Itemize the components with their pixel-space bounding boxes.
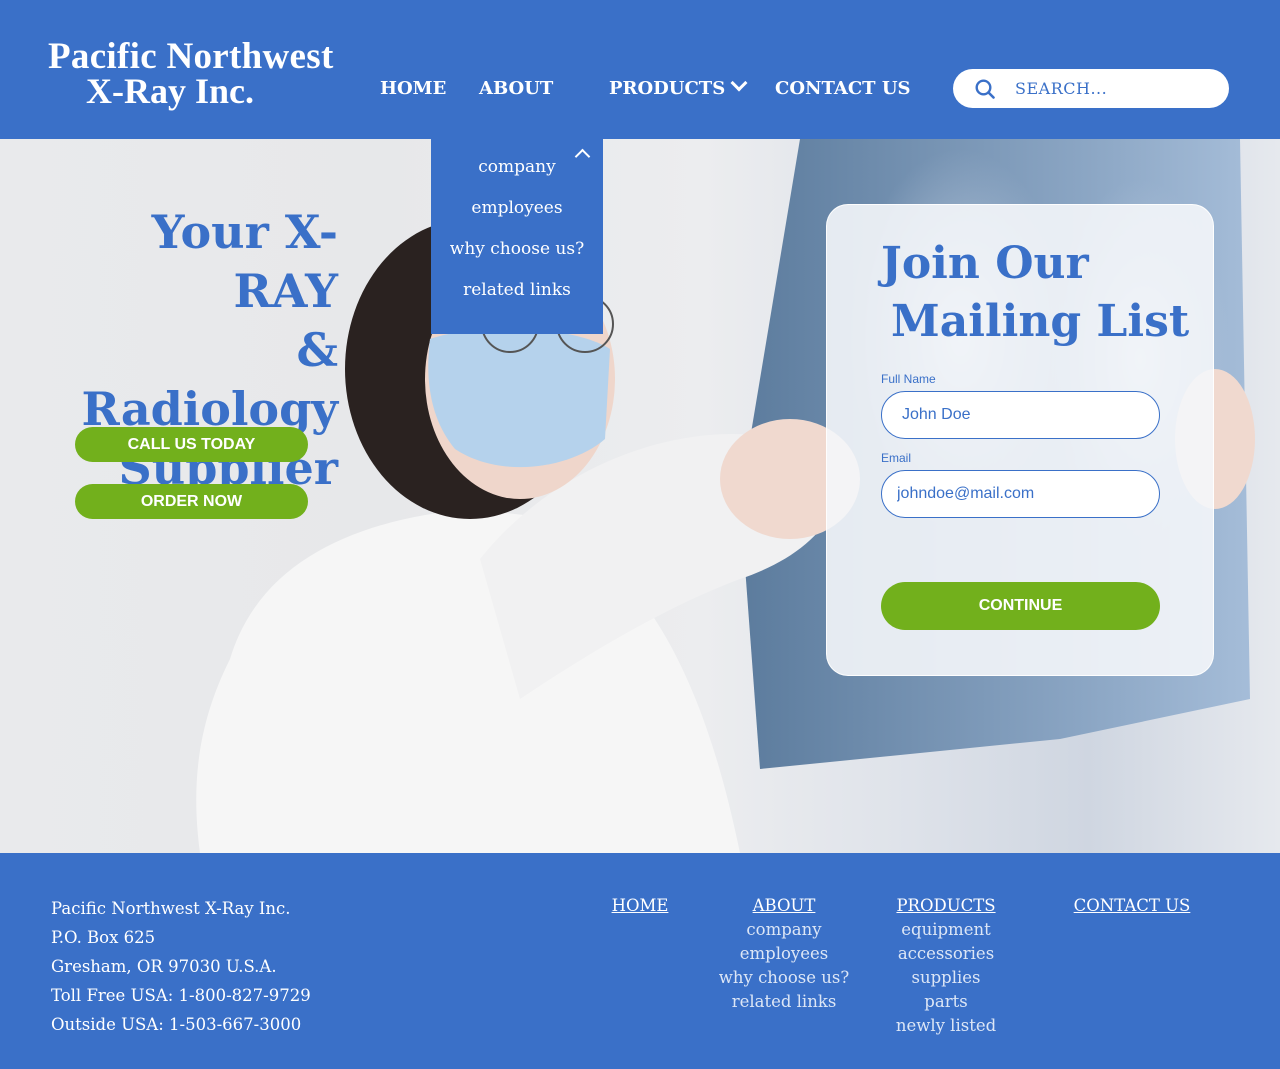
hero-section: Your X-RAY & Radiology Supplier CALL US … [0, 139, 1280, 853]
mailing-list-card: Join Our Mailing List Full Name Email CO… [826, 204, 1214, 676]
nav-home[interactable]: HOME [380, 78, 446, 99]
footer-col-home: HOME [600, 894, 680, 918]
hero-title-line-2: & Radiology [81, 323, 338, 436]
hero-title-line-1: Your X-RAY [151, 205, 338, 318]
full-name-label: Full Name [881, 372, 936, 386]
footer-link-supplies[interactable]: supplies [886, 966, 1006, 990]
email-field[interactable] [881, 470, 1160, 518]
footer-link-about[interactable]: ABOUT [709, 894, 859, 918]
footer-address: Pacific Northwest X-Ray Inc. P.O. Box 62… [51, 894, 311, 1039]
footer-toll-free: Toll Free USA: 1-800-827-9729 [51, 986, 311, 1005]
footer-po-box: P.O. Box 625 [51, 928, 156, 947]
site-header: Pacific Northwest X-Ray Inc. HOME ABOUT … [0, 0, 1280, 139]
search-icon[interactable] [975, 79, 995, 99]
footer-link-employees[interactable]: employees [709, 942, 859, 966]
chevron-down-icon [730, 74, 748, 92]
search-bar [953, 69, 1229, 108]
footer-link-home[interactable]: HOME [600, 894, 680, 918]
site-footer: Pacific Northwest X-Ray Inc. P.O. Box 62… [0, 853, 1280, 1069]
nav-products-label: PRODUCTS [609, 78, 726, 99]
dropdown-item-why-choose-us[interactable]: why choose us? [431, 239, 603, 259]
footer-link-products[interactable]: PRODUCTS [886, 894, 1006, 918]
footer-link-parts[interactable]: parts [886, 990, 1006, 1014]
dropdown-item-company[interactable]: company [431, 157, 603, 177]
continue-button[interactable]: CONTINUE [881, 582, 1160, 630]
dropdown-item-related-links[interactable]: related links [431, 280, 603, 300]
site-logo[interactable]: Pacific Northwest X-Ray Inc. [48, 36, 334, 111]
order-now-button[interactable]: ORDER NOW [75, 484, 308, 519]
footer-city: Gresham, OR 97030 U.S.A. [51, 957, 277, 976]
footer-link-related-links[interactable]: related links [709, 990, 859, 1014]
footer-col-about: ABOUT company employees why choose us? r… [709, 894, 859, 1014]
nav-contact-us[interactable]: CONTACT US [775, 78, 911, 99]
footer-link-equipment[interactable]: equipment [886, 918, 1006, 942]
email-label: Email [881, 451, 912, 465]
footer-link-newly-listed[interactable]: newly listed [886, 1014, 1006, 1038]
nav-about[interactable]: ABOUT [479, 78, 553, 99]
footer-link-why-choose-us[interactable]: why choose us? [709, 966, 859, 990]
nav-products[interactable]: PRODUCTS [609, 74, 748, 99]
search-input[interactable] [1015, 75, 1215, 102]
footer-link-accessories[interactable]: accessories [886, 942, 1006, 966]
footer-link-contact-us[interactable]: CONTACT US [1062, 894, 1202, 918]
dropdown-item-employees[interactable]: employees [431, 198, 603, 218]
call-us-today-button[interactable]: CALL US TODAY [75, 427, 308, 462]
footer-col-products: PRODUCTS equipment accessories supplies … [886, 894, 1006, 1038]
footer-outside-usa: Outside USA: 1-503-667-3000 [51, 1015, 302, 1034]
footer-link-company[interactable]: company [709, 918, 859, 942]
mailing-title-line-1: Join Our [881, 238, 1089, 289]
about-dropdown-menu: company employees why choose us? related… [431, 139, 603, 334]
mailing-list-title: Join Our Mailing List [881, 235, 1189, 351]
mailing-title-line-2: Mailing List [891, 296, 1190, 347]
logo-line-2: X-Ray Inc. [86, 71, 254, 111]
footer-col-contact: CONTACT US [1062, 894, 1202, 918]
logo-line-1: Pacific Northwest [48, 36, 334, 77]
footer-company-name: Pacific Northwest X-Ray Inc. [51, 899, 291, 918]
full-name-field[interactable] [881, 391, 1160, 439]
